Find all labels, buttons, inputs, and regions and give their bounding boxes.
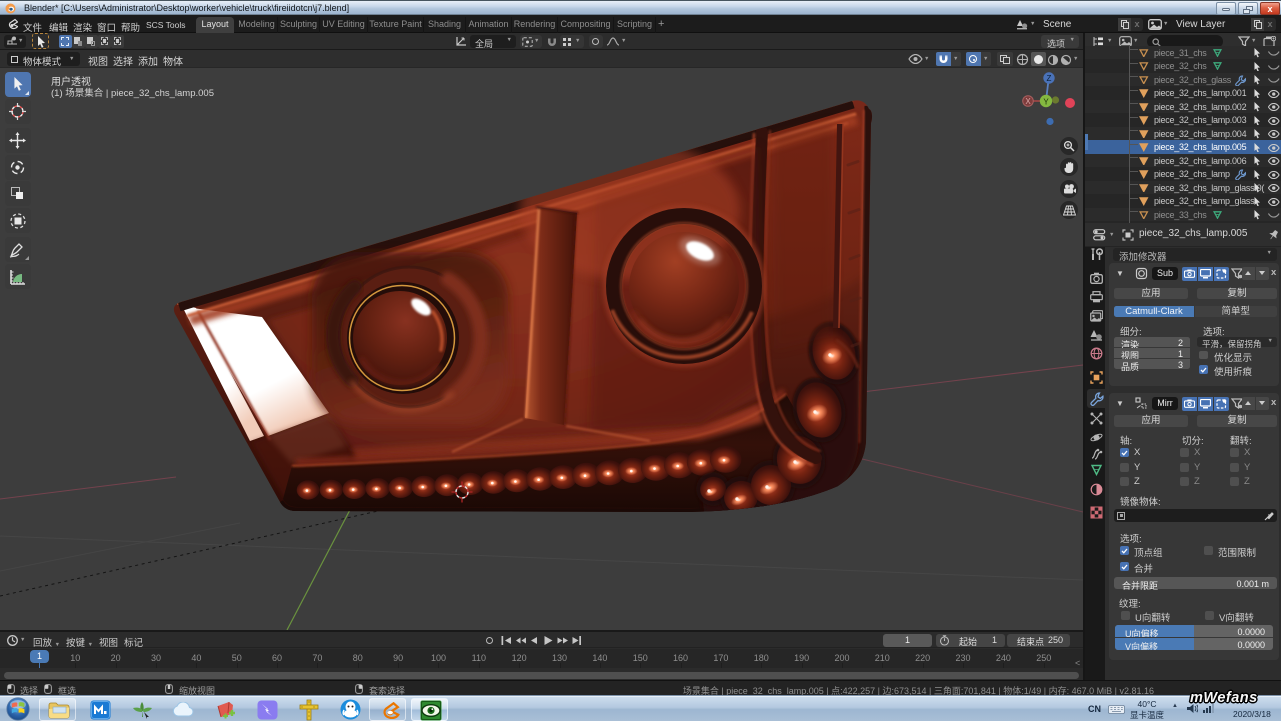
svg-text:Z: Z	[1047, 74, 1052, 83]
svg-text:X: X	[1025, 97, 1031, 106]
svg-text:Y: Y	[1043, 98, 1049, 107]
